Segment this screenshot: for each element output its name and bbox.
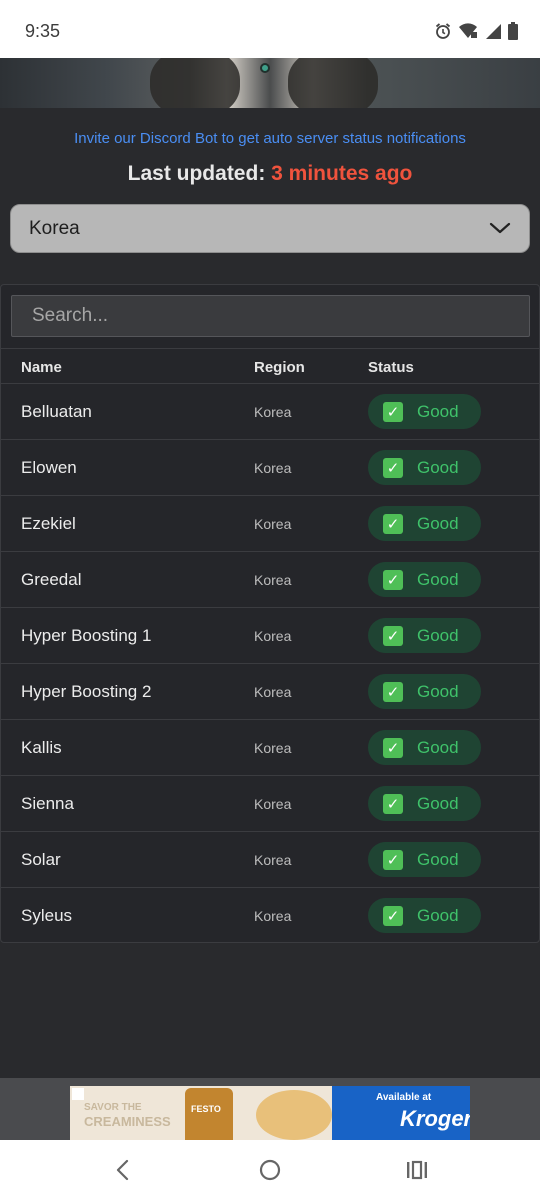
server-region: Korea (254, 740, 292, 756)
server-name: Greedal (21, 570, 82, 589)
server-region: Korea (254, 852, 292, 868)
chevron-down-icon (489, 220, 511, 241)
status-badge: ✓ Good (368, 450, 481, 485)
server-region: Korea (254, 908, 292, 924)
table-row[interactable]: Belluatan Korea ✓ Good (1, 384, 539, 440)
status-badge: ✓ Good (368, 842, 481, 877)
server-name: Sienna (21, 794, 74, 813)
last-updated-label: Last updated: (127, 162, 266, 185)
search-input[interactable] (12, 296, 529, 336)
status-label: Good (417, 793, 459, 813)
table-row[interactable]: Sienna Korea ✓ Good (1, 776, 539, 832)
ad-product-jar: FESTO (185, 1088, 233, 1140)
status-label: Good (417, 737, 459, 757)
table-row[interactable]: Hyper Boosting 2 Korea ✓ Good (1, 664, 539, 720)
server-region: Korea (254, 684, 292, 700)
main-panel: Invite our Discord Bot to get auto serve… (0, 108, 540, 1078)
ad-area: SAVOR THE CREAMINESS FESTO Available at … (0, 1078, 540, 1140)
table-row[interactable]: Greedal Korea ✓ Good (1, 552, 539, 608)
check-icon: ✓ (383, 905, 403, 926)
status-label: Good (417, 513, 459, 533)
recent-apps-icon[interactable] (405, 1158, 429, 1187)
back-icon[interactable] (113, 1158, 133, 1187)
server-name: Belluatan (21, 402, 92, 421)
ad-available-at: Available at (376, 1092, 432, 1103)
hero-image (0, 58, 540, 108)
server-name: Kallis (21, 738, 62, 757)
check-icon: ✓ (383, 625, 403, 646)
server-name: Elowen (21, 458, 77, 477)
discord-bot-link[interactable]: Invite our Discord Bot to get auto serve… (0, 130, 540, 147)
table-row[interactable]: Kallis Korea ✓ Good (1, 720, 539, 776)
check-icon: ✓ (383, 737, 403, 758)
status-label: Good (417, 905, 459, 925)
region-select[interactable]: Korea (10, 204, 530, 253)
column-header-name[interactable]: Name (21, 359, 62, 376)
check-icon: ✓ (383, 793, 403, 814)
status-badge: ✓ Good (368, 786, 481, 821)
status-badge: ✓ Good (368, 394, 481, 429)
server-region: Korea (254, 404, 292, 420)
ad-line-2: CREAMINESS (84, 1114, 171, 1129)
home-icon[interactable] (258, 1158, 282, 1187)
status-label: Good (417, 849, 459, 869)
status-label: Good (417, 457, 459, 477)
last-updated: Last updated: 3 minutes ago (0, 162, 540, 186)
ad-brand-logo: Kroger (400, 1106, 470, 1131)
ad-banner[interactable]: SAVOR THE CREAMINESS FESTO Available at … (70, 1086, 470, 1140)
status-icons (434, 20, 518, 42)
table-row[interactable]: Elowen Korea ✓ Good (1, 440, 539, 496)
status-badge: ✓ Good (368, 618, 481, 653)
status-badge: ✓ Good (368, 562, 481, 597)
status-badge: ✓ Good (368, 506, 481, 541)
table-row[interactable]: Hyper Boosting 1 Korea ✓ Good (1, 608, 539, 664)
server-region: Korea (254, 628, 292, 644)
server-region: Korea (254, 460, 292, 476)
server-region: Korea (254, 796, 292, 812)
system-nav-bar (0, 1140, 540, 1200)
table-row[interactable]: Ezekiel Korea ✓ Good (1, 496, 539, 552)
server-name: Hyper Boosting 2 (21, 682, 152, 701)
column-header-region[interactable]: Region (254, 359, 305, 376)
table-body: Belluatan Korea ✓ Good Elowen Korea ✓ Good… (1, 384, 539, 944)
server-name: Syleus (21, 906, 73, 925)
check-icon: ✓ (383, 401, 403, 422)
server-table: Name Region Status Belluatan Korea ✓ Good… (0, 284, 540, 943)
ad-line-1: SAVOR THE (84, 1102, 142, 1113)
alarm-icon (434, 22, 452, 40)
status-label: Good (417, 401, 459, 421)
check-icon: ✓ (383, 513, 403, 534)
check-icon: ✓ (383, 457, 403, 478)
ad-pasta-image (256, 1090, 332, 1140)
status-label: Good (417, 569, 459, 589)
status-badge: ✓ Good (368, 898, 481, 933)
status-badge: ✓ Good (368, 674, 481, 709)
server-region: Korea (254, 572, 292, 588)
clock-time: 9:35 (25, 21, 61, 41)
battery-icon (508, 22, 518, 40)
server-region: Korea (254, 516, 292, 532)
check-icon: ✓ (383, 569, 403, 590)
table-row[interactable]: Syleus Korea ✓ Good (1, 888, 539, 944)
ad-jar-label: FESTO (191, 1104, 221, 1114)
status-label: Good (417, 625, 459, 645)
table-header: Name Region Status (1, 348, 539, 384)
server-name: Ezekiel (21, 514, 76, 533)
search-field[interactable] (11, 295, 530, 337)
signal-icon (484, 22, 502, 40)
status-bar: 9:35 (0, 0, 540, 58)
wifi-icon (458, 22, 478, 40)
status-badge: ✓ Good (368, 730, 481, 765)
check-icon: ✓ (383, 849, 403, 870)
column-header-status[interactable]: Status (368, 359, 414, 376)
region-select-value: Korea (29, 218, 80, 239)
status-label: Good (417, 681, 459, 701)
server-name: Solar (21, 850, 61, 869)
last-updated-value: 3 minutes ago (271, 162, 413, 185)
check-icon: ✓ (383, 681, 403, 702)
ad-choices-icon[interactable] (72, 1088, 84, 1100)
server-name: Hyper Boosting 1 (21, 626, 152, 645)
table-row[interactable]: Solar Korea ✓ Good (1, 832, 539, 888)
